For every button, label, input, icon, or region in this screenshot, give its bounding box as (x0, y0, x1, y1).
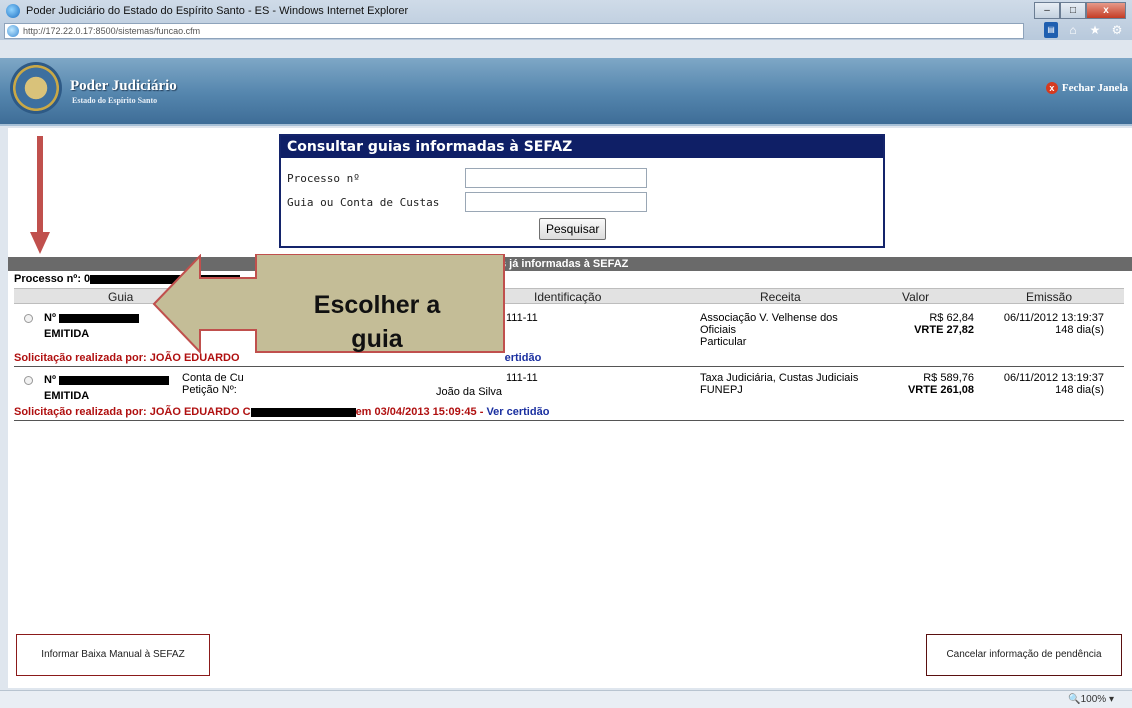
process-label: Processo nº (287, 172, 360, 185)
favorites-icon[interactable]: ★ (1088, 22, 1102, 38)
redacted-block (250, 407, 356, 417)
results-section-title: s já informadas à SEFAZ (500, 258, 629, 270)
brand-subtitle: Estado do Espírito Santo (72, 96, 158, 105)
page-icon (7, 25, 19, 37)
valor: R$ 589,76 (923, 372, 974, 384)
request-by: Solicitação realizada por: JOÃO EDUARDO … (14, 406, 251, 418)
emissao-date: 06/11/2012 13:19:37 (1003, 312, 1104, 324)
vrte: VRTE 27,82 (914, 324, 974, 336)
party-name: João da Silva (436, 386, 503, 398)
status-bar: 🔍100% ▾ (0, 690, 1132, 708)
callout-line2: guia (351, 325, 403, 353)
callout-text: Escolher a guia (252, 288, 502, 356)
emissao-date: 06/11/2012 13:19:37 (1003, 372, 1104, 384)
callout-line1: Escolher a (313, 291, 441, 319)
receita-line2: FUNEPJ (700, 384, 743, 396)
col-receita: Receita (760, 290, 801, 304)
main-content: Consultar guias informadas à SEFAZ Proce… (8, 128, 1132, 688)
emissao-days: 148 dia(s) (1055, 324, 1104, 336)
app-header: Poder Judiciário Estado do Espírito Sant… (0, 58, 1132, 126)
window-title: Poder Judiciário do Estado do Espírito S… (26, 5, 409, 17)
vrte: VRTE 261,08 (907, 384, 974, 396)
manual-release-button[interactable]: Informar Baixa Manual à SEFAZ (16, 634, 210, 676)
guide-status: EMITIDA (44, 390, 90, 402)
cancel-pending-button[interactable]: Cancelar informação de pendência (926, 634, 1122, 676)
close-window-label: Fechar Janela (1061, 82, 1128, 94)
zoom-level[interactable]: 🔍100% ▾ (1068, 694, 1114, 705)
emissao-days: 148 dia(s) (1055, 384, 1104, 396)
window-controls: – □ x (1034, 2, 1126, 19)
guide-label: Guia ou Conta de Custas (287, 196, 440, 209)
coat-of-arms-icon (10, 62, 62, 114)
ident: 111-11 (506, 372, 538, 384)
valor: R$ 62,84 (929, 312, 974, 324)
close-circle-icon: x (1045, 82, 1058, 94)
tools-gear-icon[interactable]: ⚙ (1110, 22, 1124, 38)
search-button[interactable]: Pesquisar (539, 218, 607, 240)
minimize-button[interactable]: – (1034, 2, 1060, 19)
brand-title: Poder Judiciário (70, 78, 177, 94)
view-certificate-link[interactable]: ertidão (505, 352, 542, 364)
guide-input[interactable] (465, 192, 647, 212)
address-bar[interactable]: http://172.22.0.17:8500/sistemas/funcao.… (4, 23, 1024, 39)
col-valor: Valor (902, 290, 930, 304)
maximize-button[interactable]: □ (1060, 2, 1086, 19)
window-titlebar: Poder Judiciário do Estado do Espírito S… (0, 0, 1132, 40)
col-identificacao: Identificação (534, 290, 602, 304)
guide-number: Nº (44, 374, 170, 386)
request-date: em 03/04/2013 15:09:45 - (355, 406, 487, 418)
row-separator (14, 366, 1124, 367)
view-certificate-link[interactable]: Ver certidão (486, 406, 549, 418)
table-row[interactable]: Nº EMITIDA Conta de Cu Petição Nº: 111-1… (14, 370, 1124, 404)
receita-line1: Associação V. Velhense dos (700, 312, 838, 324)
col-emissao: Emissão (1026, 290, 1073, 304)
receita-line3: Particular (700, 336, 747, 348)
col-guia: Guia (108, 290, 134, 304)
process-prefix: Processo nº: 0 (14, 273, 91, 285)
receita-line1: Taxa Judiciária, Custas Judiciais (700, 372, 859, 384)
browser-toolbar: ▤ ⌂ ★ ⚙ (1044, 22, 1124, 38)
guide-number: Nº (44, 312, 140, 324)
search-panel: Consultar guias informadas à SEFAZ Proce… (279, 134, 885, 248)
request-info: Solicitação realizada por: JOÃO EDUARDO … (14, 406, 549, 418)
home-icon[interactable]: ⌂ (1066, 22, 1080, 38)
address-url: http://172.22.0.17:8500/sistemas/funcao.… (23, 26, 201, 36)
process-input[interactable] (465, 168, 647, 188)
search-panel-title: Consultar guias informadas à SEFAZ (281, 136, 883, 158)
red-down-arrow-icon (30, 136, 50, 254)
ident: 111-11 (506, 312, 538, 324)
row-select-radio[interactable] (24, 314, 33, 323)
close-window-button[interactable]: x (1086, 2, 1126, 19)
close-window-link[interactable]: x Fechar Janela (1045, 82, 1128, 94)
receita-line2: Oficiais (700, 324, 737, 336)
row-separator (14, 420, 1124, 421)
row-select-radio[interactable] (24, 376, 33, 385)
guide-status: EMITIDA (44, 328, 90, 340)
petition-label: Petição Nº: (182, 384, 237, 396)
account-label: Conta de Cu (182, 372, 244, 384)
feed-icon[interactable]: ▤ (1044, 22, 1058, 38)
ie-logo-icon (6, 4, 20, 18)
